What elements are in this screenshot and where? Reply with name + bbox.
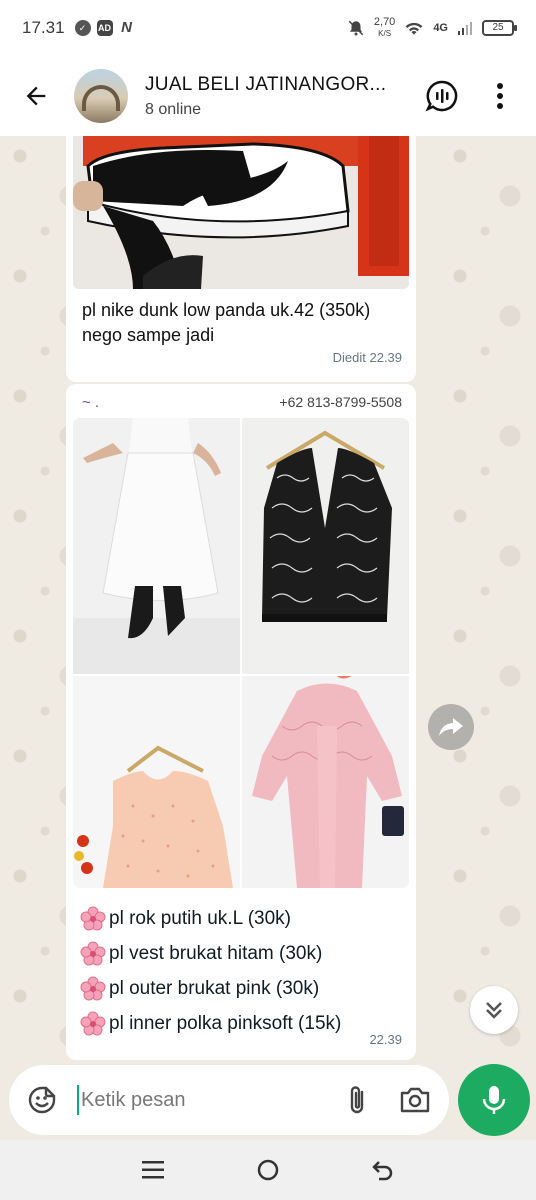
cherry-blossom-icon — [80, 976, 106, 1000]
list-item: pl inner polka pinksoft (15k) — [80, 1006, 405, 1041]
message-composer: Ketik pesan — [0, 1060, 536, 1138]
sneaker-illustration — [73, 136, 409, 289]
message-meta: 22.39 — [369, 1032, 402, 1047]
sender-phone[interactable]: +62 813-8799-5508 — [279, 394, 402, 410]
list-item: pl outer brukat pink (30k) — [80, 971, 405, 1006]
list-item-text: pl vest brukat hitam (30k) — [109, 943, 323, 964]
menu-lines-icon — [141, 1161, 164, 1179]
network-type: 4G — [433, 22, 448, 34]
image-grid[interactable] — [73, 418, 409, 888]
status-right: 2,70 K/S 4G 25 — [347, 17, 517, 39]
recent-apps-button[interactable] — [133, 1150, 173, 1190]
list-item-text: pl outer brukat pink (30k) — [109, 978, 320, 999]
camera-icon — [400, 1087, 430, 1113]
chat-header: JUAL BELI JATINANGOR... 8 online — [0, 56, 536, 136]
paperclip-icon — [350, 1086, 364, 1114]
sneaker-photo[interactable] — [73, 136, 409, 289]
undo-back-icon — [372, 1161, 393, 1181]
system-back-button[interactable] — [363, 1150, 403, 1190]
group-avatar[interactable] — [74, 69, 128, 123]
signal-icon — [458, 22, 472, 35]
group-title: JUAL BELI JATINANGOR... — [145, 73, 387, 95]
n-icon: N — [121, 19, 132, 36]
pink-lace-outer-photo[interactable] — [242, 676, 409, 888]
back-button[interactable] — [20, 80, 52, 112]
microphone-icon — [482, 1086, 506, 1114]
message-caption: pl nike dunk low panda uk.42 (350k) nego… — [82, 300, 371, 345]
scroll-to-bottom-button[interactable] — [470, 986, 518, 1034]
cherry-blossom-icon — [80, 906, 106, 930]
status-time: 17.31 — [22, 18, 65, 37]
ad-icon: AD — [96, 20, 113, 36]
message-meta: Diedit 22.39 — [332, 350, 402, 365]
message-input[interactable]: Ketik pesan — [81, 1089, 319, 1112]
home-circle-icon — [257, 1159, 279, 1181]
status-bar: 17.31 ✓ AD N 2,70 K/S 4G 25 — [0, 0, 536, 56]
message-bubble[interactable]: pl nike dunk low panda uk.42 (350k) nego… — [66, 136, 416, 382]
whatsapp-status-icon: ✓ — [74, 20, 91, 36]
cherry-blossom-icon — [80, 1011, 106, 1035]
battery-icon: 25 — [482, 20, 517, 36]
more-vert-icon — [497, 83, 503, 109]
speed-unit: K/S — [378, 29, 392, 38]
sticker-icon[interactable] — [27, 1085, 57, 1115]
battery-level: 25 — [492, 22, 504, 33]
white-skirt-photo[interactable] — [73, 418, 240, 674]
voice-chat-icon — [425, 80, 458, 112]
list-item: pl vest brukat hitam (30k) — [80, 936, 405, 971]
sender-name[interactable]: ~ . — [82, 394, 99, 411]
attach-button[interactable] — [337, 1080, 377, 1120]
item-list: pl rok putih uk.L (30k) pl vest brukat h… — [80, 901, 405, 1041]
status-app-icons: ✓ AD N — [74, 19, 135, 36]
double-chevron-down-icon — [486, 1002, 502, 1019]
more-options-button[interactable] — [478, 74, 522, 118]
online-count: 8 online — [145, 100, 202, 118]
list-item-text: pl inner polka pinksoft (15k) — [109, 1013, 342, 1034]
home-button[interactable] — [248, 1150, 288, 1190]
list-item-text: pl rok putih uk.L (30k) — [109, 908, 291, 929]
system-nav-bar — [0, 1140, 536, 1200]
chat-info[interactable]: JUAL BELI JATINANGOR... 8 online — [145, 74, 420, 119]
mute-icon — [348, 20, 364, 36]
forward-button[interactable] — [428, 704, 474, 750]
network-speed: 2,70 K/S — [374, 17, 395, 39]
speed-value: 2,70 — [373, 16, 396, 28]
list-item: pl rok putih uk.L (30k) — [80, 901, 405, 936]
message-bubble[interactable]: ~ . +62 813-8799-5508 pl rok putih uk.L … — [66, 384, 416, 1060]
camera-button[interactable] — [395, 1080, 435, 1120]
chat-area[interactable]: pl nike dunk low panda uk.42 (350k) nego… — [0, 136, 536, 1060]
polka-inner-photo[interactable] — [73, 676, 240, 888]
cherry-blossom-icon — [80, 941, 106, 965]
message-input-container[interactable]: Ketik pesan — [9, 1065, 449, 1135]
back-arrow-icon — [26, 86, 46, 106]
voice-chat-button[interactable] — [420, 74, 464, 118]
wifi-icon — [405, 22, 423, 35]
voice-record-button[interactable] — [458, 1064, 530, 1136]
black-lace-vest-photo[interactable] — [242, 418, 409, 674]
forward-icon — [438, 718, 463, 736]
text-caret — [77, 1085, 79, 1115]
